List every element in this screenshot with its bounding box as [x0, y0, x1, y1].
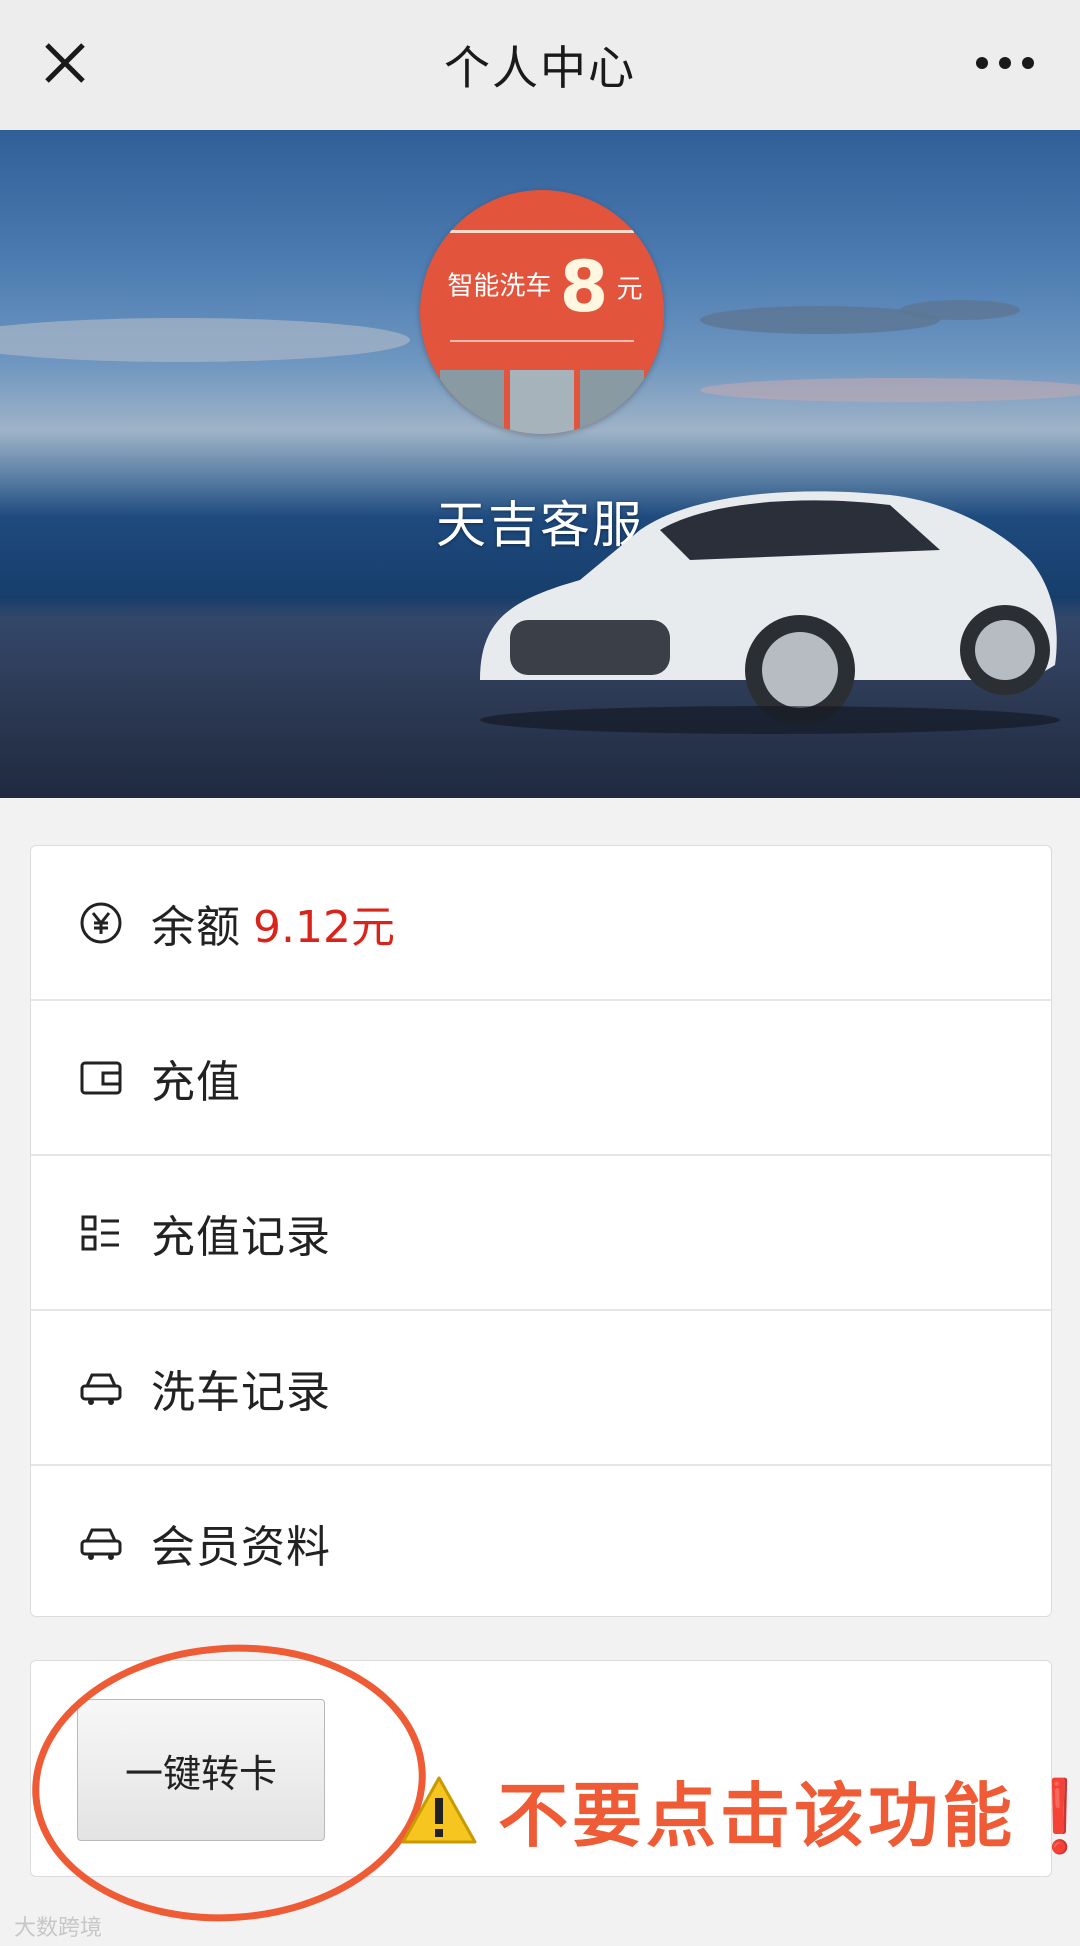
personal-center-page: 个人中心 智能洗车 8 元 天吉客服 余额 9.12元 充值 充值记录 洗车记录… — [0, 0, 1080, 1946]
warning-text: 不要点击该功能❗ — [498, 1774, 1080, 1857]
close-button[interactable] — [30, 28, 100, 98]
menu-item-recharge[interactable]: 充值 — [31, 1001, 1051, 1156]
balance-amount: 9.12元 — [253, 901, 395, 953]
warning-triangle-icon — [401, 1776, 477, 1844]
avatar-photos — [440, 370, 644, 434]
watermark: 大数跨境 — [14, 1916, 103, 1941]
avatar-price: 8 — [559, 246, 609, 328]
car-icon — [77, 1519, 125, 1567]
menu-card: 余额 9.12元 充值 充值记录 洗车记录 会员资料 — [30, 845, 1052, 1617]
car-icon — [77, 1364, 125, 1412]
yen-coin-icon — [77, 899, 125, 947]
menu-item-recharge-history[interactable]: 充值记录 — [31, 1156, 1051, 1311]
list-icon — [77, 1209, 125, 1257]
avatar-photo — [440, 370, 504, 434]
profile-banner: 智能洗车 8 元 天吉客服 — [0, 130, 1080, 798]
menu-item-label: 余额 — [151, 901, 241, 953]
wallet-icon — [77, 1054, 125, 1102]
avatar-unit: 元 — [616, 274, 643, 305]
menu-item-label: 洗车记录 — [151, 1366, 331, 1418]
avatar-promo: 智能洗车 8 元 — [440, 246, 650, 328]
menu-item-label: 充值 — [151, 1056, 241, 1108]
more-button[interactable] — [960, 28, 1050, 98]
top-bar: 个人中心 — [0, 0, 1080, 130]
car-image — [480, 491, 1060, 734]
avatar-arch — [450, 190, 634, 233]
menu-item-balance[interactable]: 余额 9.12元 — [31, 846, 1051, 1001]
close-icon — [45, 43, 85, 83]
menu-item-member-profile[interactable]: 会员资料 — [31, 1466, 1051, 1619]
avatar-photo — [510, 370, 574, 434]
avatar-divider — [450, 340, 634, 360]
avatar-photo — [580, 370, 644, 434]
avatar[interactable]: 智能洗车 8 元 — [420, 190, 664, 434]
menu-item-label: 会员资料 — [151, 1521, 331, 1573]
warning-annotation: 不要点击该功能❗ — [400, 1765, 1080, 1857]
more-dots-icon — [976, 57, 1034, 69]
page-title: 个人中心 — [444, 41, 636, 95]
avatar-headline: 智能洗车 — [447, 271, 552, 302]
menu-item-label: 充值记录 — [151, 1211, 331, 1263]
menu-item-wash-history[interactable]: 洗车记录 — [31, 1311, 1051, 1466]
